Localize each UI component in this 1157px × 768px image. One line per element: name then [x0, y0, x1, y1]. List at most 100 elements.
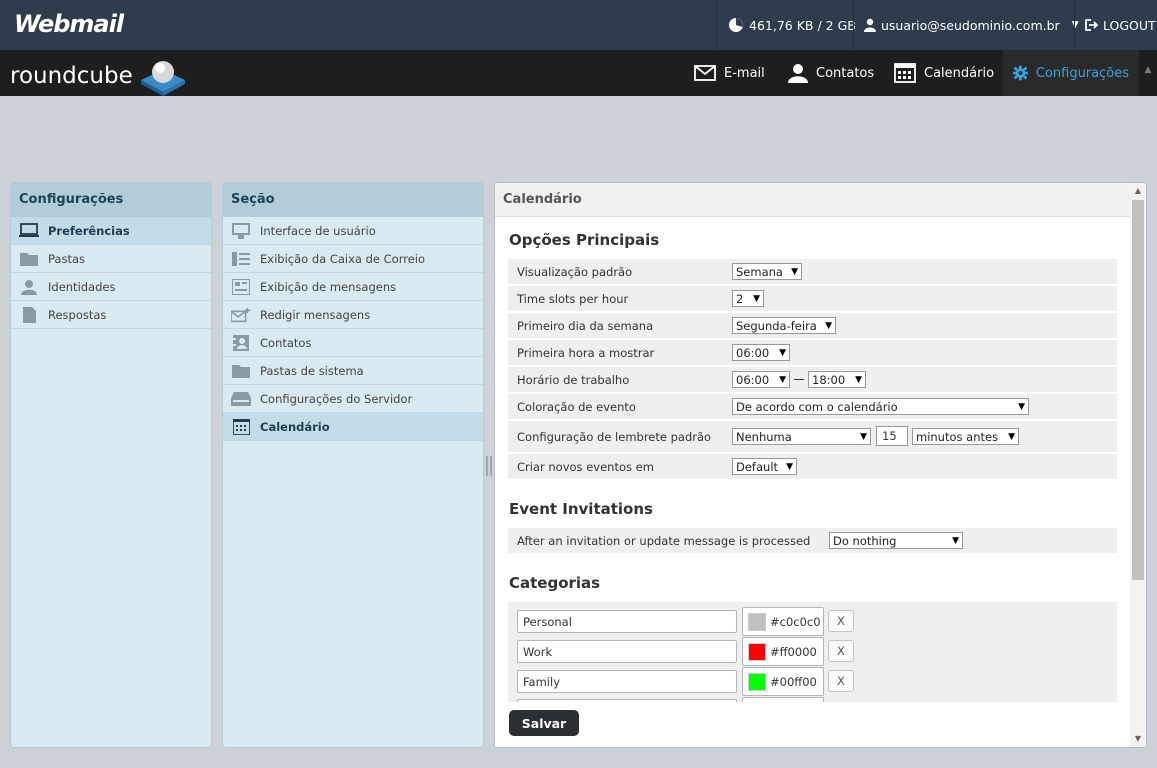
section-item-label: Exibição de mensagens: [260, 279, 397, 294]
vertical-scrollbar[interactable]: ▲ ▼: [1130, 183, 1146, 747]
select-value: minutos antes: [916, 429, 999, 444]
calendar-icon: [231, 418, 251, 435]
section-item-interface[interactable]: Interface de usuário: [223, 217, 483, 245]
logout-button[interactable]: LOGOUT: [1085, 0, 1156, 50]
setting-row-work-hours: Horário de trabalho 06:00 ▼ 18:00 ▼: [508, 367, 1117, 392]
category-color-input[interactable]: #c0c0c0: [742, 607, 824, 636]
chevron-down-icon: ▼: [860, 431, 867, 442]
roundcube-logo-text: roundcube: [10, 63, 133, 89]
nav-scroll-up-icon[interactable]: ▲: [1139, 50, 1157, 96]
main-options-title: Opções Principais: [509, 231, 660, 249]
calendar-settings-panel: Calendário Opções Principais Visualizaçã…: [494, 182, 1147, 748]
remove-category-button[interactable]: X: [828, 670, 854, 692]
invitations-title: Event Invitations: [509, 500, 653, 518]
select-value: Semana: [736, 264, 783, 279]
reminder-amount-input[interactable]: 15: [876, 426, 908, 446]
save-button[interactable]: Salvar: [509, 710, 579, 736]
setting-row-time-slots: Time slots per hour 2 ▼: [508, 286, 1117, 311]
chevron-down-icon: ▼: [1008, 431, 1015, 442]
event-coloring-select[interactable]: De acordo com o calendário ▼: [732, 398, 1029, 415]
gear-icon: [1013, 65, 1028, 81]
remove-category-button[interactable]: X: [828, 610, 854, 632]
setting-row-first-day: Primeiro dia da semana Segunda-feira ▼: [508, 313, 1117, 338]
category-color-input[interactable]: [742, 697, 824, 702]
remove-category-button[interactable]: X: [828, 640, 854, 662]
section-item-server[interactable]: Configurações do Servidor: [223, 385, 483, 413]
category-name-input[interactable]: Family: [517, 670, 737, 693]
laptop-icon: [19, 223, 39, 239]
section-item-compose[interactable]: Redigir mensagens: [223, 301, 483, 329]
select-value: 06:00: [736, 372, 770, 387]
setting-row-first-hour: Primeira hora a mostrar 06:00 ▼: [508, 340, 1117, 365]
roundcube-logo: roundcube: [10, 56, 187, 96]
after-invitation-select[interactable]: Do nothing ▼: [829, 532, 963, 549]
section-item-contacts[interactable]: Contatos: [223, 329, 483, 357]
folder-icon: [231, 363, 251, 379]
setting-label: Time slots per hour: [517, 292, 629, 306]
setting-label: Primeira hora a mostrar: [517, 346, 655, 360]
category-name-input[interactable]: Work: [517, 640, 737, 663]
top-bar: Webmail 461,76 KB / 2 GB usuario@seudomi…: [0, 0, 1157, 50]
tab-email[interactable]: E-mail: [684, 50, 775, 96]
select-value: 2: [736, 291, 744, 306]
work-start-select[interactable]: 06:00 ▼: [732, 371, 790, 388]
logout-label: LOGOUT: [1103, 17, 1156, 33]
category-name-input[interactable]: Personal: [517, 610, 737, 633]
folder-icon: [19, 251, 39, 267]
reminder-type-select[interactable]: Nenhuma ▼: [732, 428, 871, 445]
chevron-down-icon: ▼: [1071, 20, 1079, 30]
select-value: De acordo com o calendário: [736, 399, 898, 414]
section-item-label: Exibição da Caixa de Correio: [260, 251, 426, 266]
tab-configuracoes[interactable]: Configurações: [1003, 50, 1139, 96]
envelope-icon: [694, 65, 716, 81]
quota-indicator: 461,76 KB / 2 GB: [728, 0, 856, 50]
scroll-down-icon[interactable]: ▼: [1130, 734, 1146, 743]
section-item-label: Interface de usuário: [260, 223, 376, 238]
section-item-system-folders[interactable]: Pastas de sistema: [223, 357, 483, 385]
divider: [1074, 0, 1075, 50]
settings-item-label: Respostas: [48, 307, 107, 322]
scrollbar-thumb[interactable]: [1132, 200, 1144, 580]
first-hour-select[interactable]: 06:00 ▼: [732, 344, 790, 361]
section-item-label: Calendário: [260, 419, 330, 434]
main-nav: roundcube E-mail Contatos Calendário Con…: [0, 50, 1157, 96]
chevron-down-icon: ▼: [855, 374, 862, 385]
setting-label: Primeiro dia da semana: [517, 319, 654, 333]
tab-configuracoes-label: Configurações: [1035, 65, 1129, 81]
section-panel: Seção Interface de usuário Exibição da C…: [222, 182, 484, 748]
default-view-select[interactable]: Semana ▼: [732, 263, 802, 280]
settings-item-preferencias[interactable]: Preferências: [11, 217, 211, 245]
time-slots-select[interactable]: 2 ▼: [732, 290, 764, 307]
user-menu[interactable]: usuario@seudominio.com.br ▼: [864, 0, 1079, 50]
setting-label: Horário de trabalho: [517, 373, 630, 387]
first-day-select[interactable]: Segunda-feira ▼: [732, 317, 836, 334]
compose-icon: [231, 307, 251, 323]
category-color-input[interactable]: #00ff00: [742, 667, 824, 696]
scroll-up-icon[interactable]: ▲: [1130, 186, 1146, 195]
select-value: Segunda-feira: [736, 318, 817, 333]
main-panel-title: Calendário: [495, 183, 1146, 217]
settings-item-identidades[interactable]: Identidades: [11, 273, 211, 301]
section-item-message-view[interactable]: Exibição de mensagens: [223, 273, 483, 301]
settings-item-respostas[interactable]: Respostas: [11, 301, 211, 329]
setting-row-new-events: Criar novos eventos em Default ▼: [508, 454, 1117, 479]
tab-contatos[interactable]: Contatos: [778, 50, 884, 96]
reminder-unit-select[interactable]: minutos antes ▼: [912, 428, 1019, 445]
setting-label: Criar novos eventos em: [517, 460, 654, 474]
work-end-select[interactable]: 18:00 ▼: [808, 371, 866, 388]
setting-row-default-view: Visualização padrão Semana ▼: [508, 259, 1117, 284]
new-events-select[interactable]: Default ▼: [732, 458, 797, 475]
tab-calendario[interactable]: Calendário: [884, 50, 1004, 96]
settings-item-pastas[interactable]: Pastas: [11, 245, 211, 273]
settings-item-label: Identidades: [48, 279, 116, 294]
user-icon: [864, 18, 876, 32]
user-email: usuario@seudominio.com.br: [881, 17, 1060, 33]
section-item-calendario[interactable]: Calendário: [223, 413, 483, 441]
section-item-mailbox-view[interactable]: Exibição da Caixa de Correio: [223, 245, 483, 273]
chevron-down-icon: ▼: [779, 347, 786, 358]
category-name-input[interactable]: [517, 699, 737, 702]
panel-resize-handle[interactable]: [486, 456, 492, 476]
document-icon: [19, 306, 39, 323]
divider: [853, 0, 854, 50]
category-color-input[interactable]: #ff0000: [742, 637, 824, 666]
